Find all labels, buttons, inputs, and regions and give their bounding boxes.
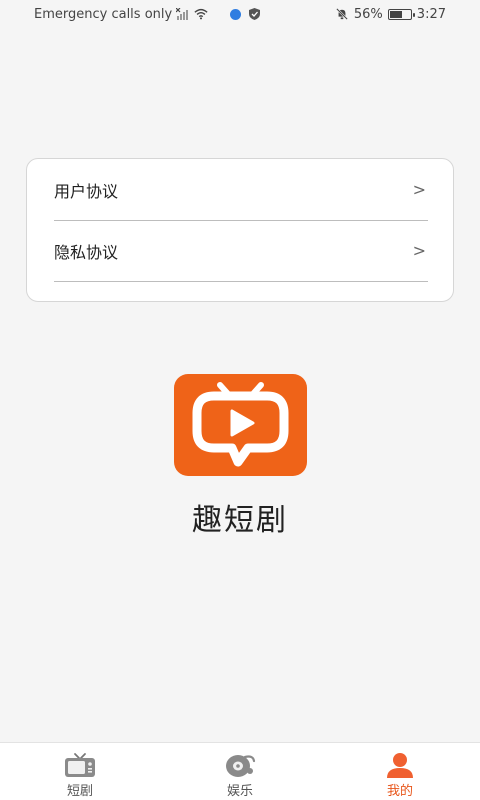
- battery-fill: [389, 10, 403, 18]
- chevron-right-icon: >: [412, 241, 426, 260]
- status-right: 56% 3:27: [335, 7, 446, 22]
- nav-label-mine: 我的: [386, 784, 413, 799]
- chevron-right-icon: >: [412, 180, 426, 199]
- wifi-icon: [194, 8, 208, 20]
- nav-item-mine[interactable]: 我的: [320, 743, 480, 800]
- mute-bell-icon: [336, 8, 348, 20]
- app-notification-icon: [230, 8, 242, 20]
- disc-icon: [226, 755, 256, 777]
- status-bar: Emergency calls only 56% 3:27: [0, 0, 480, 28]
- nav-item-entertainment[interactable]: 娱乐: [160, 743, 320, 800]
- privacy-agreement-row[interactable]: 隐私协议 >: [54, 220, 428, 282]
- nav-label-entertainment: 娱乐: [226, 784, 253, 799]
- no-signal-icon: [176, 8, 189, 20]
- user-agreement-row[interactable]: 用户协议 >: [54, 159, 428, 221]
- battery-icon: [387, 8, 415, 20]
- user-agreement-label: 用户协议: [54, 181, 119, 201]
- nav-item-dramas[interactable]: 短剧: [0, 743, 160, 800]
- agreements-card: 用户协议 > 隐私协议 >: [26, 158, 454, 302]
- shield-icon: [249, 8, 261, 20]
- privacy-agreement-label: 隐私协议: [54, 242, 119, 262]
- tv-play-logo-icon: [192, 382, 289, 467]
- bottom-nav: 短剧 娱乐 我的: [0, 742, 480, 800]
- status-left: Emergency calls only: [34, 7, 208, 22]
- app-name: 趣短剧: [192, 503, 288, 538]
- app-logo: [174, 374, 307, 476]
- status-mid: [230, 8, 261, 20]
- carrier-text: Emergency calls only: [34, 6, 173, 22]
- nav-label-dramas: 短剧: [66, 784, 93, 799]
- clock: 3:27: [416, 6, 446, 22]
- tv-icon: [65, 753, 95, 777]
- person-icon: [387, 753, 413, 778]
- screen: Emergency calls only 56% 3:27 用户协议 > 隐私协…: [0, 0, 480, 800]
- battery-percent: 56%: [353, 6, 383, 22]
